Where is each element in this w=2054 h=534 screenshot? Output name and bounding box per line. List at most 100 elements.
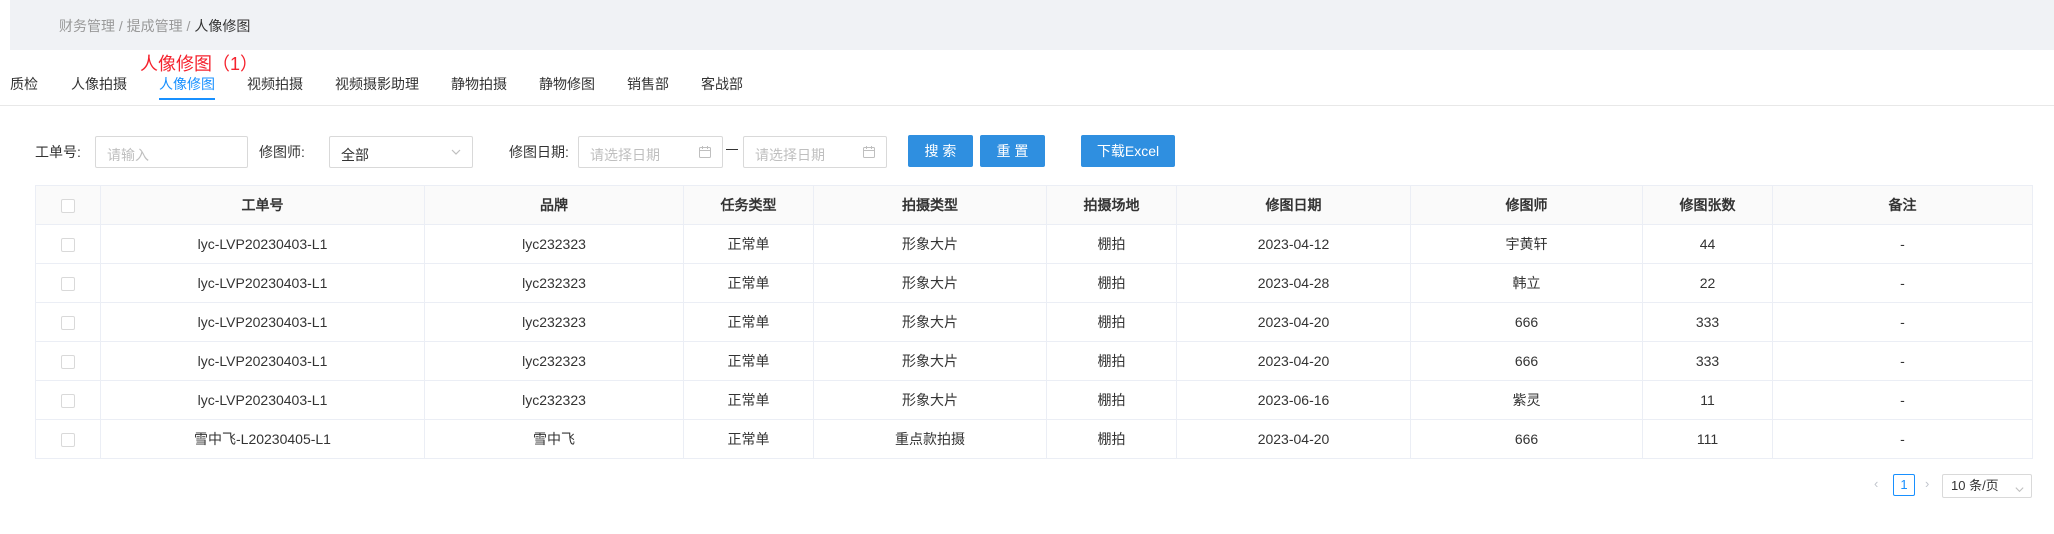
table-row: lyc-LVP20230403-L1 lyc232323 正常单 形象大片 棚拍… bbox=[35, 224, 2033, 264]
page-size-select[interactable]: 10 条/页 bbox=[1942, 474, 2032, 498]
row-checkbox[interactable] bbox=[61, 238, 75, 253]
row-checkbox[interactable] bbox=[61, 433, 75, 448]
table-cell: 正常单 bbox=[683, 302, 814, 342]
table-row: lyc-LVP20230403-L1 lyc232323 正常单 形象大片 棚拍… bbox=[35, 302, 2033, 342]
row-checkbox[interactable] bbox=[61, 316, 75, 331]
table-cell: 形象大片 bbox=[813, 302, 1047, 342]
row-select-cell bbox=[35, 419, 101, 459]
table-cell: 宇黄轩 bbox=[1410, 224, 1643, 264]
row-checkbox[interactable] bbox=[61, 394, 75, 409]
table-cell: lyc232323 bbox=[424, 224, 684, 264]
tab-customer-service[interactable]: 客战部 bbox=[701, 74, 743, 94]
breadcrumb-separator: / bbox=[182, 18, 195, 34]
retoucher-select-value: 全部 bbox=[341, 147, 369, 163]
row-select-cell bbox=[35, 263, 101, 303]
tab-quality-check[interactable]: 质检 bbox=[10, 74, 38, 94]
table-cell: 2023-04-20 bbox=[1176, 341, 1411, 381]
table-cell: 紫灵 bbox=[1410, 380, 1643, 420]
page-size-value: 10 条/页 bbox=[1951, 478, 1999, 493]
table-cell: lyc232323 bbox=[424, 263, 684, 303]
table-cell: 2023-04-20 bbox=[1176, 302, 1411, 342]
date-start-placeholder: 请选择日期 bbox=[590, 147, 660, 163]
tab-portrait-retouching[interactable]: 人像修图 bbox=[159, 74, 215, 100]
column-header: 品牌 bbox=[424, 185, 684, 225]
table-cell: 22 bbox=[1642, 263, 1773, 303]
table-cell: 44 bbox=[1642, 224, 1773, 264]
department-tabs: 质检 人像拍摄 人像修图 视频拍摄 视频摄影助理 静物拍摄 静物修图 销售部 客… bbox=[0, 50, 2054, 106]
table-cell: 形象大片 bbox=[813, 263, 1047, 303]
column-header: 拍摄场地 bbox=[1046, 185, 1177, 225]
table-cell: lyc-LVP20230403-L1 bbox=[100, 224, 425, 264]
tab-video-assistant[interactable]: 视频摄影助理 bbox=[335, 74, 419, 94]
tab-still-retouching[interactable]: 静物修图 bbox=[539, 74, 595, 94]
table-cell: 形象大片 bbox=[813, 224, 1047, 264]
order-number-label: 工单号: bbox=[35, 144, 81, 160]
table-cell: - bbox=[1772, 419, 2033, 459]
table-cell: 棚拍 bbox=[1046, 380, 1177, 420]
row-checkbox[interactable] bbox=[61, 355, 75, 370]
tab-sales[interactable]: 销售部 bbox=[627, 74, 669, 94]
tab-still-shooting[interactable]: 静物拍摄 bbox=[451, 74, 507, 94]
table-cell: 666 bbox=[1410, 419, 1643, 459]
order-number-input[interactable]: 请输入 bbox=[95, 136, 248, 168]
table-cell: lyc-LVP20230403-L1 bbox=[100, 263, 425, 303]
breadcrumb-current: 人像修图 bbox=[194, 18, 251, 34]
search-button[interactable]: 搜 索 bbox=[908, 135, 973, 167]
table-cell: 11 bbox=[1642, 380, 1773, 420]
table-row: 雪中飞-L20230405-L1 雪中飞 正常单 重点款拍摄 棚拍 2023-0… bbox=[35, 419, 2033, 459]
date-end-placeholder: 请选择日期 bbox=[755, 147, 825, 163]
table-cell: lyc232323 bbox=[424, 380, 684, 420]
tab-video-shooting[interactable]: 视频拍摄 bbox=[247, 74, 303, 94]
table-cell: - bbox=[1772, 263, 2033, 303]
column-header: 工单号 bbox=[100, 185, 425, 225]
table-cell: - bbox=[1772, 302, 2033, 342]
table-cell: 形象大片 bbox=[813, 341, 1047, 381]
table-row: lyc-LVP20230403-L1 lyc232323 正常单 形象大片 棚拍… bbox=[35, 380, 2033, 420]
prev-page-icon[interactable]: ‹ bbox=[1874, 476, 1878, 491]
retouch-table: 工单号 品牌 任务类型 拍摄类型 拍摄场地 修图日期 修图师 修图张数 备注 l… bbox=[35, 185, 2033, 459]
select-all-checkbox[interactable] bbox=[61, 199, 75, 214]
breadcrumb-item-commission[interactable]: 提成管理 bbox=[127, 18, 183, 34]
page-number-current[interactable]: 1 bbox=[1893, 474, 1915, 496]
table-cell: 形象大片 bbox=[813, 380, 1047, 420]
chevron-down-icon bbox=[450, 145, 462, 161]
row-select-cell bbox=[35, 302, 101, 342]
calendar-icon bbox=[698, 145, 712, 162]
breadcrumb-separator: / bbox=[115, 18, 127, 34]
order-number-placeholder: 请输入 bbox=[107, 147, 149, 163]
row-select-cell bbox=[35, 224, 101, 264]
table-cell: 2023-04-28 bbox=[1176, 263, 1411, 303]
table-cell: - bbox=[1772, 380, 2033, 420]
table-cell: 重点款拍摄 bbox=[813, 419, 1047, 459]
date-end-picker[interactable]: 请选择日期 bbox=[743, 136, 887, 168]
column-header: 修图日期 bbox=[1176, 185, 1411, 225]
table-cell: 正常单 bbox=[683, 263, 814, 303]
breadcrumb-item-finance[interactable]: 财务管理 bbox=[59, 18, 115, 34]
table-cell: 棚拍 bbox=[1046, 224, 1177, 264]
table-cell: 棚拍 bbox=[1046, 263, 1177, 303]
retouch-date-label: 修图日期: bbox=[509, 144, 569, 160]
row-checkbox[interactable] bbox=[61, 277, 75, 292]
table-cell: 666 bbox=[1410, 341, 1643, 381]
table-cell: 棚拍 bbox=[1046, 341, 1177, 381]
reset-button[interactable]: 重 置 bbox=[980, 135, 1045, 167]
column-header: 备注 bbox=[1772, 185, 2033, 225]
breadcrumb-bar: 财务管理 / 提成管理 / 人像修图 bbox=[10, 0, 2054, 50]
download-excel-button[interactable]: 下载Excel bbox=[1081, 135, 1175, 167]
tab-portrait-shooting[interactable]: 人像拍摄 bbox=[71, 74, 127, 94]
next-page-icon[interactable]: › bbox=[1925, 476, 1929, 491]
select-all-cell bbox=[35, 185, 101, 225]
date-range-separator bbox=[726, 149, 738, 150]
table-header-row: 工单号 品牌 任务类型 拍摄类型 拍摄场地 修图日期 修图师 修图张数 备注 bbox=[35, 185, 2033, 225]
table-row: lyc-LVP20230403-L1 lyc232323 正常单 形象大片 棚拍… bbox=[35, 263, 2033, 303]
retoucher-label: 修图师: bbox=[259, 144, 305, 160]
table-cell: 111 bbox=[1642, 419, 1773, 459]
table-cell: lyc-LVP20230403-L1 bbox=[100, 302, 425, 342]
table-cell: - bbox=[1772, 341, 2033, 381]
table-cell: lyc232323 bbox=[424, 341, 684, 381]
table-cell: 333 bbox=[1642, 302, 1773, 342]
retoucher-select[interactable]: 全部 bbox=[329, 136, 473, 168]
table-cell: 666 bbox=[1410, 302, 1643, 342]
row-select-cell bbox=[35, 341, 101, 381]
date-start-picker[interactable]: 请选择日期 bbox=[578, 136, 723, 168]
